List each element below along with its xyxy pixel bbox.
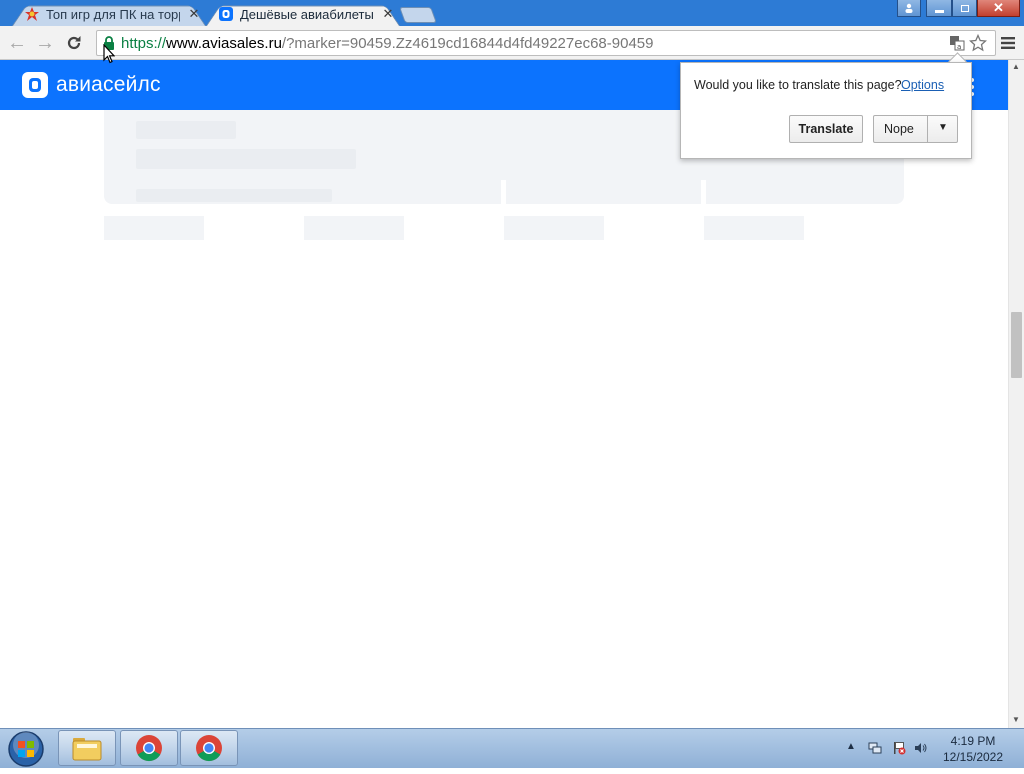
translate-button[interactable]: Translate xyxy=(789,115,863,143)
arrow-right-icon: → xyxy=(35,31,55,54)
chrome-menu-button[interactable] xyxy=(997,32,1019,54)
url-path: /?marker=90459.Zz4619cd16844d4fd49227ec6… xyxy=(281,35,654,52)
bookmark-star-icon[interactable] xyxy=(969,34,987,52)
skeleton-line xyxy=(136,121,236,139)
windows-taskbar: ▲ 4:19 PM 12/15/2022 xyxy=(0,728,1024,768)
dropdown-caret-icon[interactable]: ▼ xyxy=(938,122,948,133)
skeleton-line xyxy=(136,189,332,202)
scrollbar-thumb[interactable] xyxy=(1011,312,1022,378)
tab-aviasales[interactable]: Дешёвые авиабилеты он ✕ xyxy=(206,2,400,27)
reload-button[interactable] xyxy=(63,32,85,54)
chrome-icon xyxy=(196,735,222,762)
scroll-up-arrow-icon[interactable]: ▲ xyxy=(1012,62,1020,71)
reload-icon xyxy=(67,36,81,50)
url-host: www.aviasales.ru xyxy=(166,35,282,52)
svg-text:a: a xyxy=(957,43,961,51)
translate-question: Would you like to translate this page? xyxy=(694,78,902,92)
url-text: https://www.aviasales.ru/?marker=90459.Z… xyxy=(121,35,653,52)
new-tab-button[interactable] xyxy=(399,7,437,23)
title-bar: Топ игр для ПК на торре ✕ Дешёвые авиаби… xyxy=(0,0,1024,27)
tab-title: Дешёвые авиабилеты он xyxy=(240,6,374,22)
skeleton-chip xyxy=(304,216,404,240)
clock-date: 12/15/2022 xyxy=(942,750,1004,764)
address-bar[interactable]: https://www.aviasales.ru/?marker=90459.Z… xyxy=(96,30,996,56)
skeleton-chip xyxy=(504,216,604,240)
nope-separator xyxy=(927,116,928,142)
folder-icon xyxy=(72,738,102,761)
nope-button-label: Nope xyxy=(884,122,914,136)
site-logo-text[interactable]: авиасейлс xyxy=(56,73,161,97)
restore-icon xyxy=(960,4,969,12)
taskbar-chrome-active[interactable] xyxy=(180,730,238,766)
translate-bubble: Would you like to translate this page? O… xyxy=(680,62,972,159)
user-icon xyxy=(905,3,913,13)
minimize-icon xyxy=(934,9,944,13)
restore-button[interactable] xyxy=(952,0,977,17)
start-button[interactable] xyxy=(6,729,48,769)
system-clock[interactable]: 4:19 PM 12/15/2022 xyxy=(930,733,1016,765)
profile-button[interactable] xyxy=(897,0,921,17)
show-hidden-icons-arrow-icon[interactable]: ▲ xyxy=(846,741,856,752)
browser-toolbar: ← → https://www.aviasales.ru/?marker=904… xyxy=(0,26,1024,60)
windows-start-orb-icon xyxy=(8,731,44,767)
action-center-flag-icon[interactable] xyxy=(892,741,906,755)
close-icon: ✕ xyxy=(993,0,1004,15)
back-button[interactable]: ← xyxy=(6,32,28,54)
forward-button[interactable]: → xyxy=(34,32,56,54)
translate-options-link[interactable]: Options xyxy=(901,78,944,92)
clock-time: 4:19 PM xyxy=(950,734,996,748)
tab-close-icon[interactable]: ✕ xyxy=(382,6,394,22)
aviasales-favicon-icon xyxy=(219,7,233,21)
network-icon[interactable] xyxy=(868,741,882,755)
tab-close-icon[interactable]: ✕ xyxy=(188,6,200,22)
torrent-site-favicon-icon xyxy=(25,7,39,21)
scroll-down-arrow-icon[interactable]: ▼ xyxy=(1012,715,1020,724)
hamburger-menu-icon xyxy=(1001,37,1015,49)
volume-icon[interactable] xyxy=(914,741,928,755)
translate-icon[interactable]: a xyxy=(949,35,965,51)
url-scheme: https:// xyxy=(121,35,167,52)
skeleton-chip xyxy=(104,216,204,240)
tab-title: Топ игр для ПК на торре xyxy=(46,6,180,22)
close-window-button[interactable]: ✕ xyxy=(977,0,1020,17)
skeleton-chip xyxy=(704,216,804,240)
arrow-left-icon: ← xyxy=(7,31,27,54)
tab-torrent-games[interactable]: Топ игр для ПК на торре ✕ xyxy=(12,2,206,27)
nope-button[interactable]: Nope ▼ xyxy=(873,115,958,143)
aviasales-logo-icon[interactable] xyxy=(22,72,48,98)
minimize-button[interactable] xyxy=(926,0,952,17)
chrome-icon xyxy=(136,735,162,762)
mouse-cursor-icon xyxy=(103,44,115,64)
taskbar-chrome[interactable] xyxy=(120,730,178,766)
taskbar-explorer[interactable] xyxy=(58,730,116,766)
skeleton-divider xyxy=(701,180,706,204)
skeleton-divider xyxy=(501,180,506,204)
page-scrollbar[interactable]: ▲ ▼ xyxy=(1008,60,1024,728)
skeleton-line xyxy=(136,149,356,169)
